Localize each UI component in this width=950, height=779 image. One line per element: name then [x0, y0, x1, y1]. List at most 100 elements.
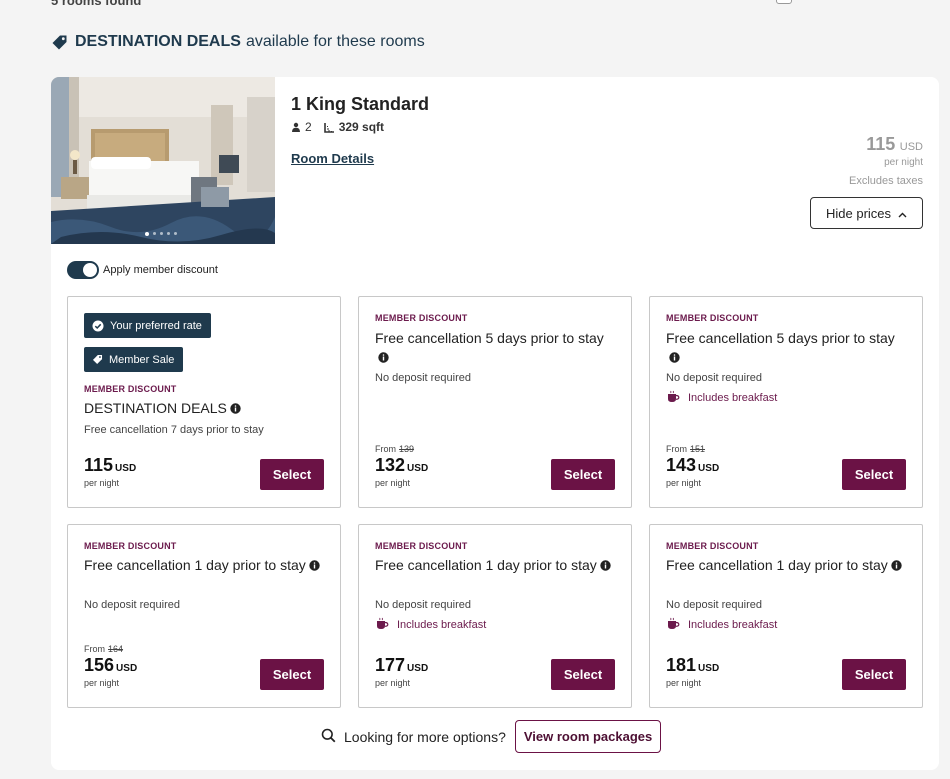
- per-night-label: per night: [375, 678, 411, 688]
- compare-checkbox[interactable]: [776, 0, 792, 4]
- coffee-cup-icon: [666, 617, 680, 633]
- coffee-cup-icon: [375, 617, 389, 633]
- taxes-note: Excludes taxes: [849, 175, 923, 187]
- rate-title: Free cancellation 1 day prior to stay: [666, 556, 906, 575]
- rate-price: 181 USD: [666, 655, 719, 676]
- rate-price-currency: USD: [115, 463, 137, 474]
- deposit-note: No deposit required: [84, 599, 181, 611]
- cancellation-policy: Free cancellation 7 days prior to stay: [84, 424, 264, 436]
- per-night-label: per night: [84, 678, 120, 688]
- check-circle-icon: [92, 320, 104, 332]
- member-discount-label: Apply member discount: [103, 264, 218, 276]
- badge-label: Member Sale: [109, 353, 175, 366]
- carousel-dot[interactable]: [167, 232, 170, 235]
- rate-price-currency: USD: [698, 463, 720, 474]
- per-night-label: per night: [84, 478, 120, 488]
- view-room-packages-button[interactable]: View room packages: [514, 720, 662, 753]
- rate-card: MEMBER DISCOUNT Free cancellation 1 day …: [649, 524, 923, 708]
- breakfast-included: Includes breakfast: [666, 617, 777, 633]
- select-rate-button[interactable]: Select: [842, 659, 906, 690]
- breakfast-label: Includes breakfast: [688, 392, 778, 404]
- room-size: 329 sqft: [338, 120, 385, 134]
- original-price: 164: [108, 644, 124, 654]
- breakfast-label: Includes breakfast: [397, 619, 487, 631]
- rate-price-amount: 132: [375, 455, 406, 475]
- tag-icon: [92, 354, 103, 365]
- more-options-prompt: Looking for more options?: [344, 728, 506, 745]
- room-meta: 2 329 sqft: [291, 120, 384, 134]
- select-rate-button[interactable]: Select: [842, 459, 906, 490]
- from-price: From 164: [84, 644, 123, 654]
- rate-title-text: Free cancellation 1 day prior to stay: [666, 557, 888, 573]
- from-label: From: [666, 444, 687, 454]
- from-price: From 139: [375, 444, 414, 454]
- rate-title-text: Free cancellation 1 day prior to stay: [84, 557, 306, 573]
- deals-banner-text: available for these rooms: [245, 33, 425, 50]
- carousel-dot[interactable]: [153, 232, 156, 235]
- rate-title: Free cancellation 1 day prior to stay: [375, 556, 615, 575]
- rate-title: DESTINATION DEALS: [84, 399, 324, 418]
- hide-prices-button[interactable]: Hide prices: [810, 197, 923, 229]
- rate-price-amount: 181: [666, 655, 697, 675]
- member-discount-label: MEMBER DISCOUNT: [375, 313, 468, 323]
- rate-price-amount: 177: [375, 655, 406, 675]
- rate-title: Free cancellation 5 days prior to stay: [375, 329, 615, 367]
- member-discount-toggle[interactable]: [67, 261, 99, 279]
- from-label: From: [375, 444, 396, 454]
- more-options-row: Looking for more options? View room pack…: [321, 720, 662, 753]
- breakfast-label: Includes breakfast: [688, 619, 778, 631]
- room-lead-price: 115 USD per night Excludes taxes: [849, 134, 923, 187]
- info-icon[interactable]: [230, 403, 241, 414]
- guests-icon: [291, 122, 301, 132]
- room-size-icon: [323, 122, 335, 133]
- rate-card: MEMBER DISCOUNT Free cancellation 5 days…: [649, 296, 923, 508]
- rooms-found-count: 5 rooms found: [51, 0, 142, 8]
- search-icon: [321, 728, 336, 746]
- carousel-dot[interactable]: [160, 232, 163, 235]
- rate-title-text: DESTINATION DEALS: [84, 400, 227, 416]
- info-icon[interactable]: [378, 352, 389, 363]
- lead-price-currency: USD: [899, 141, 923, 153]
- rate-price: 115 USD: [84, 455, 136, 476]
- rate-price: 143 USD: [666, 455, 719, 476]
- from-label: From: [84, 644, 105, 654]
- photo-carousel-dots[interactable]: [145, 232, 177, 236]
- deposit-note: No deposit required: [666, 372, 763, 384]
- member-sale-badge: Member Sale: [84, 347, 184, 372]
- from-price: From 151: [666, 444, 705, 454]
- rate-price-amount: 143: [666, 455, 697, 475]
- select-rate-button[interactable]: Select: [551, 459, 615, 490]
- select-rate-button[interactable]: Select: [260, 459, 324, 490]
- select-rate-button[interactable]: Select: [551, 659, 615, 690]
- room-details-link[interactable]: Room Details: [291, 151, 374, 166]
- rate-card: MEMBER DISCOUNT Free cancellation 1 day …: [358, 524, 632, 708]
- carousel-dot[interactable]: [145, 232, 149, 236]
- info-icon[interactable]: [309, 560, 320, 571]
- info-icon[interactable]: [891, 560, 902, 571]
- room-card: 1 King Standard 2 329 sqft Room Details …: [51, 77, 939, 770]
- room-title: 1 King Standard: [291, 94, 430, 114]
- deposit-note: No deposit required: [375, 599, 472, 611]
- rate-price-currency: USD: [407, 463, 429, 474]
- deposit-note: No deposit required: [666, 599, 763, 611]
- info-icon[interactable]: [669, 352, 680, 363]
- per-night-label: per night: [375, 478, 411, 488]
- rate-card: MEMBER DISCOUNT Free cancellation 5 days…: [358, 296, 632, 508]
- info-icon[interactable]: [600, 560, 611, 571]
- breakfast-included: Includes breakfast: [375, 617, 486, 633]
- destination-deals-banner: DESTINATION DEALS available for these ro…: [51, 33, 425, 51]
- lead-price-per-night: per night: [884, 157, 923, 168]
- room-photo[interactable]: [51, 77, 275, 244]
- rate-price-currency: USD: [698, 663, 720, 674]
- rate-card: Your preferred rate Member Sale MEMBER D…: [67, 296, 341, 508]
- per-night-label: per night: [666, 678, 702, 688]
- rate-title: Free cancellation 1 day prior to stay: [84, 556, 324, 575]
- select-rate-button[interactable]: Select: [260, 659, 324, 690]
- member-discount-label: MEMBER DISCOUNT: [84, 384, 177, 394]
- member-discount-label: MEMBER DISCOUNT: [666, 541, 759, 551]
- rate-price: 132 USD: [375, 455, 428, 476]
- lead-price-amount: 115: [866, 134, 896, 154]
- room-guests: 2: [305, 120, 312, 134]
- carousel-dot[interactable]: [174, 232, 177, 235]
- deals-banner-title: DESTINATION DEALS: [75, 33, 241, 50]
